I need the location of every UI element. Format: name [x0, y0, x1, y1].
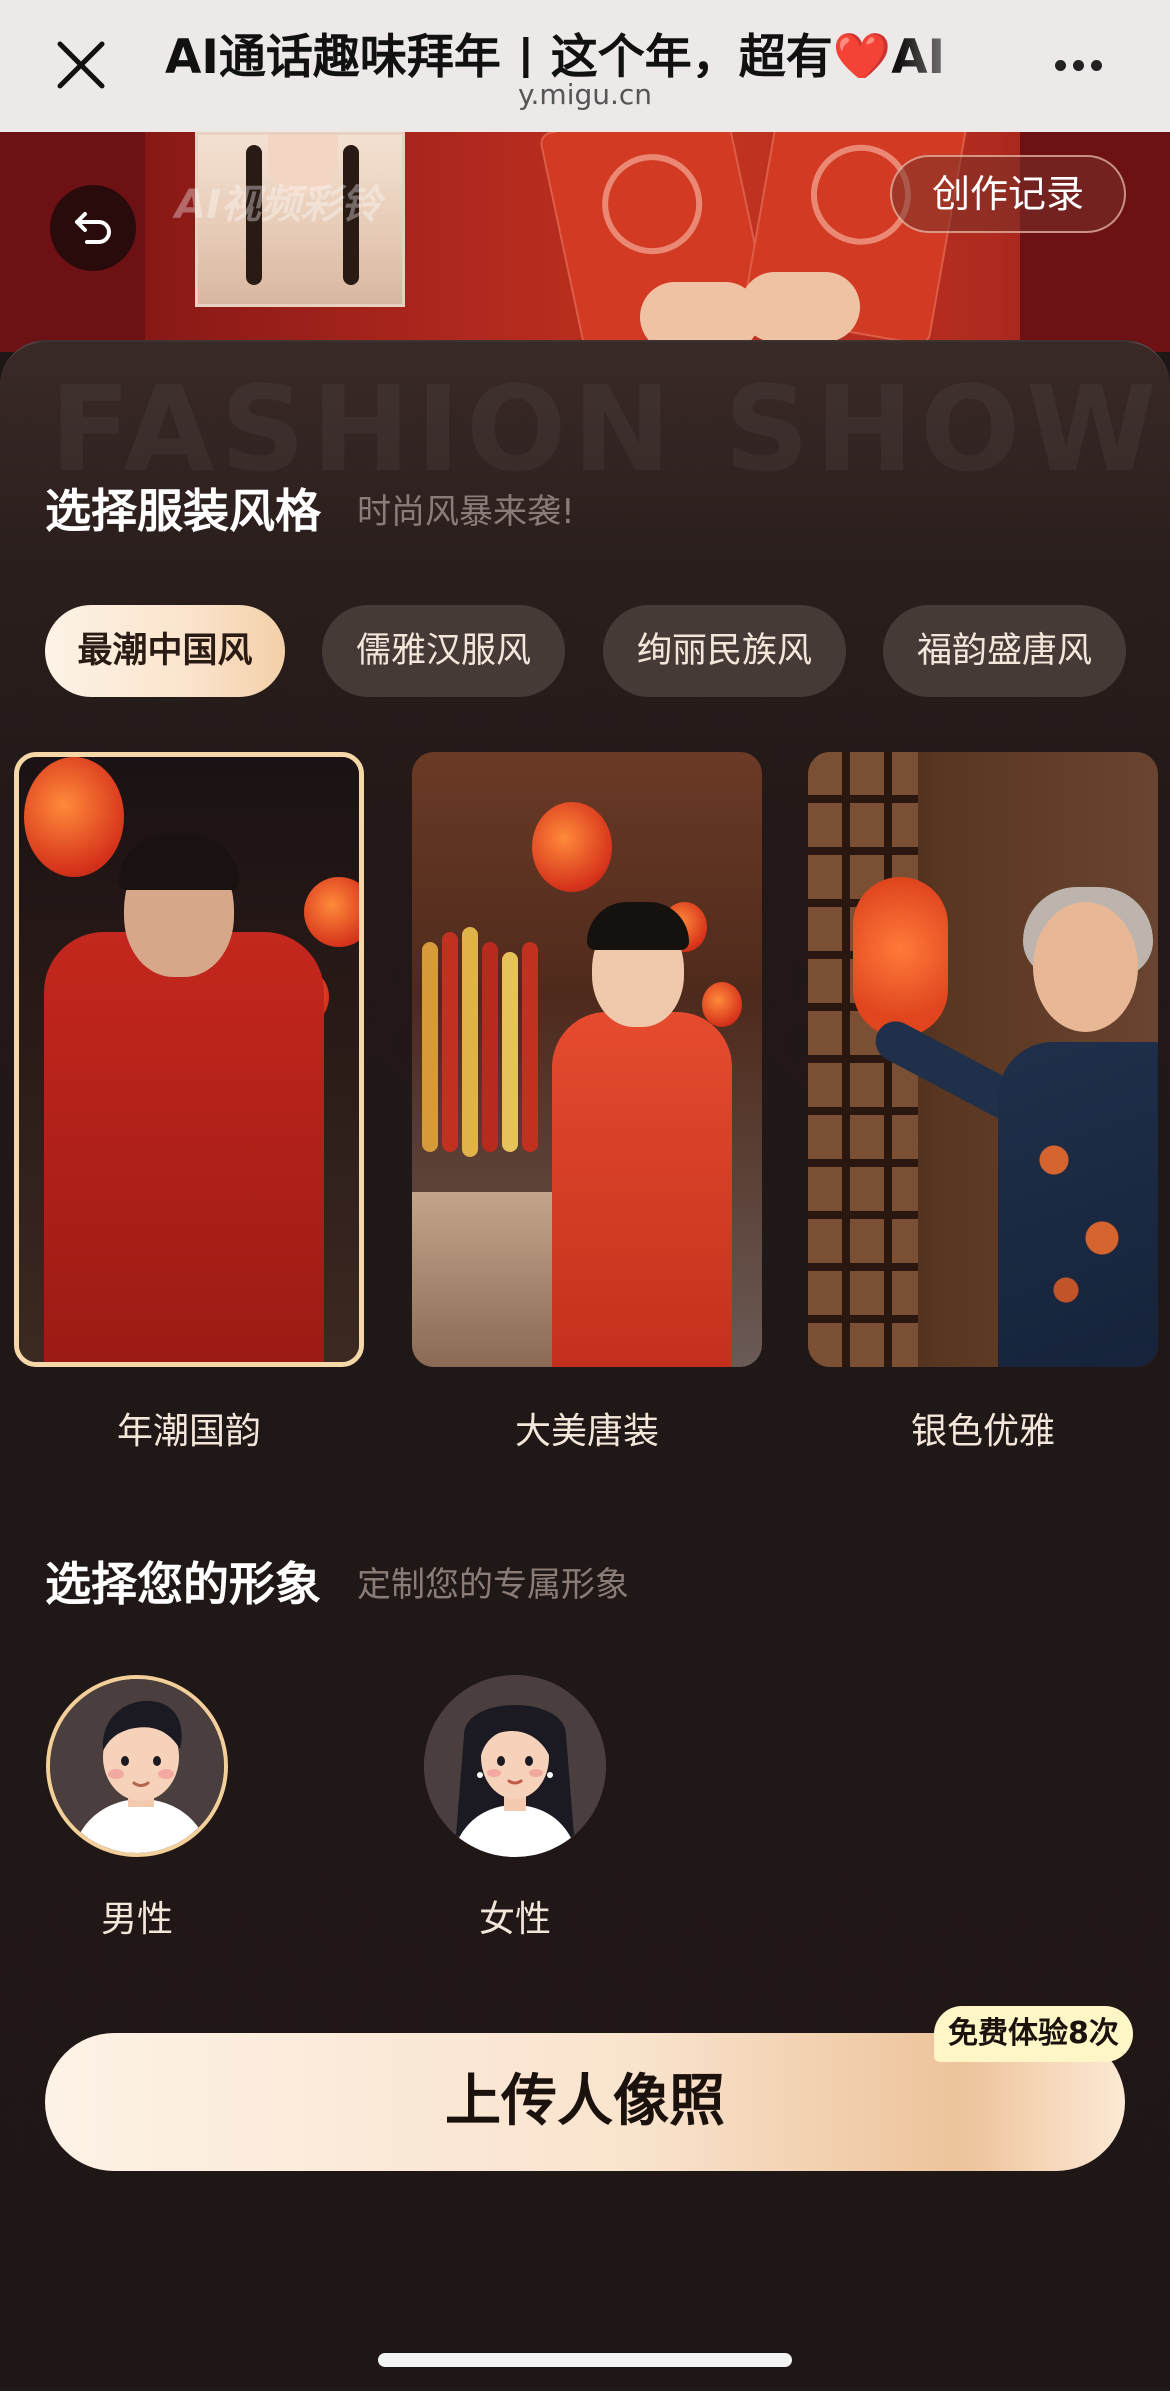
- home-indicator[interactable]: [378, 2353, 792, 2367]
- avatar-section-subtitle: 定制您的专属形象: [357, 1565, 629, 1605]
- style-card-silver-elegance[interactable]: [808, 752, 1158, 1367]
- avatar-female[interactable]: [424, 1675, 606, 1857]
- style-card-tangzhuang[interactable]: [412, 752, 762, 1367]
- male-avatar-icon: [50, 1679, 224, 1853]
- style-card-label: 年潮国韵: [116, 1411, 261, 1452]
- watermark-text: AI视频彩铃: [175, 182, 381, 228]
- tab-tang[interactable]: 福韵盛唐风: [883, 605, 1126, 697]
- more-icon[interactable]: [1055, 56, 1115, 72]
- style-section-title: 选择服装风格: [45, 484, 321, 538]
- creation-records-button[interactable]: 创作记录: [890, 155, 1126, 233]
- tab-hanfu[interactable]: 儒雅汉服风: [322, 605, 565, 697]
- avatar-label-female: 女性: [478, 1899, 551, 1940]
- style-card-label: 银色优雅: [910, 1411, 1055, 1452]
- page-title: AI通话趣味拜年 | 这个年，超有❤️AI: [165, 30, 946, 78]
- free-trial-badge: 免费体验8次: [934, 2006, 1133, 2062]
- back-button[interactable]: [50, 185, 136, 271]
- style-card-nianchao[interactable]: [14, 752, 364, 1367]
- tab-modern-chinese[interactable]: 最潮中国风: [45, 605, 285, 697]
- avatar-section-title: 选择您的形象: [45, 1557, 321, 1611]
- browser-top-bar: AI通话趣味拜年 | 这个年，超有❤️AI y.migu.cn: [0, 0, 1170, 132]
- style-card-label: 大美唐装: [514, 1411, 659, 1452]
- tab-ethnic[interactable]: 绚丽民族风: [603, 605, 846, 697]
- avatar-male[interactable]: [46, 1675, 228, 1857]
- page-domain: y.migu.cn: [517, 78, 653, 111]
- style-section-subtitle: 时尚风暴来袭!: [357, 492, 575, 532]
- female-avatar-icon: [424, 1675, 606, 1857]
- avatar-label-male: 男性: [100, 1899, 173, 1940]
- back-arrow-icon: [75, 212, 111, 244]
